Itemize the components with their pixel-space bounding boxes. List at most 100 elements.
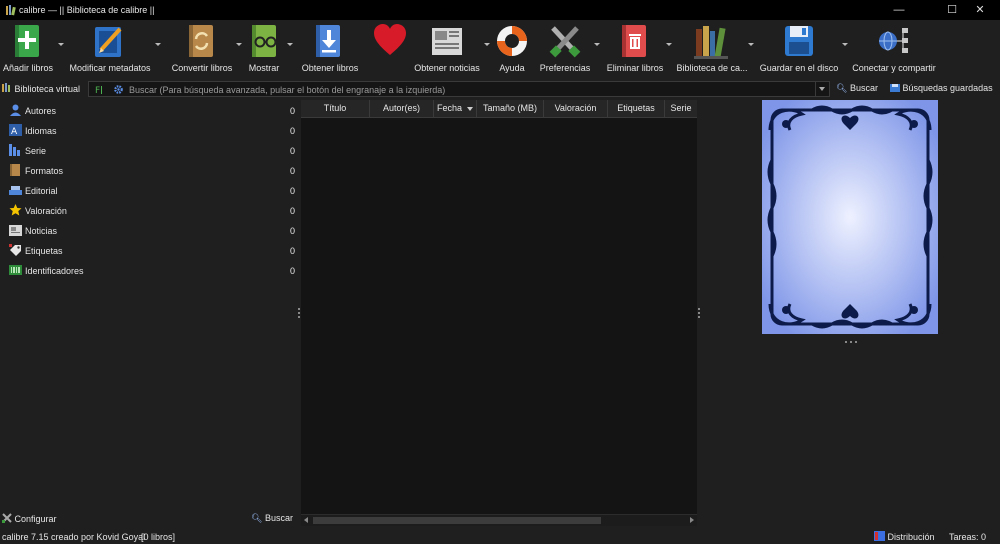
status-bar: calibre 7.15 creado por Kovid Goyal [0 l…: [0, 528, 1000, 544]
search-bar: Biblioteca virtual F Buscar (Para búsque…: [0, 80, 1000, 98]
tag-category-rating[interactable]: Valoración 0: [0, 200, 299, 220]
virtual-library-button[interactable]: Biblioteca virtual: [2, 83, 80, 94]
layout-button[interactable]: Distribución: [874, 531, 935, 542]
news-icon: [9, 225, 22, 236]
column-size[interactable]: Tamaño (MB): [477, 100, 544, 117]
configure-label: Configurar: [14, 514, 57, 524]
save-to-disk-button[interactable]: Guardar en el disco: [760, 20, 838, 78]
virtual-library-icon: [2, 83, 10, 92]
tag-category-series[interactable]: Serie 0: [0, 140, 299, 160]
tag-count: 0: [289, 246, 295, 256]
virtual-library-label: Biblioteca virtual: [14, 84, 81, 94]
view-dropdown[interactable]: [287, 43, 293, 46]
help-lifebuoy-icon: [497, 26, 527, 56]
tag-category-formats[interactable]: Formatos 0: [0, 160, 299, 180]
library-button[interactable]: Biblioteca de ca...: [676, 20, 748, 78]
svg-text:A: A: [11, 127, 18, 136]
tag-category-tags[interactable]: Etiquetas 0: [0, 240, 299, 260]
tag-label: Etiquetas: [25, 246, 63, 256]
tag-label: Serie: [25, 146, 47, 156]
tag-count: 0: [289, 106, 295, 116]
remove-books-button[interactable]: Eliminar libros: [604, 20, 666, 78]
get-books-icon: [316, 25, 340, 57]
edit-metadata-icon: [95, 27, 122, 57]
edit-metadata-dropdown[interactable]: [155, 43, 161, 46]
fetch-news-label: Obtener noticias: [414, 63, 480, 73]
right-splitter-handle[interactable]: [698, 308, 700, 322]
column-title[interactable]: Título: [301, 100, 370, 117]
left-splitter-handle[interactable]: [298, 308, 300, 322]
tag-label: Identificadores: [25, 266, 84, 276]
view-button[interactable]: Mostrar: [242, 20, 288, 78]
column-date[interactable]: Fecha: [434, 100, 477, 117]
column-label: Valoración: [554, 103, 597, 113]
tag-category-authors[interactable]: Autores 0: [0, 100, 299, 120]
help-button[interactable]: Ayuda: [492, 20, 532, 78]
view-book-icon: [252, 25, 277, 57]
preferences-dropdown[interactable]: [594, 43, 600, 46]
column-label: Título: [323, 103, 347, 113]
tag-category-languages[interactable]: A Idiomas 0: [0, 120, 299, 140]
column-rating[interactable]: Valoración: [544, 100, 608, 117]
save-to-disk-dropdown[interactable]: [842, 43, 848, 46]
search-history-dropdown[interactable]: [815, 82, 829, 96]
column-series[interactable]: Serie: [665, 100, 697, 117]
column-tags[interactable]: Etiquetas: [608, 100, 665, 117]
tag-category-publisher[interactable]: Editorial 0: [0, 180, 299, 200]
get-books-label: Obtener libros: [301, 63, 359, 73]
book-list[interactable]: Título Autor(es) Fecha Tamaño (MB) Valor…: [301, 100, 697, 526]
library-label: Biblioteca de ca...: [676, 63, 748, 73]
view-label: Mostrar: [248, 63, 280, 73]
tag-find-label: Buscar: [264, 513, 293, 523]
close-button[interactable]: ✕: [962, 0, 998, 20]
save-to-disk-icon: [785, 26, 813, 56]
minimize-button[interactable]: —: [881, 0, 917, 20]
edit-metadata-label: Modificar metadatos: [69, 63, 151, 73]
search-icon: 🔍︎: [251, 513, 263, 523]
column-authors[interactable]: Autor(es): [370, 100, 434, 117]
search-icon: 🔍︎: [836, 83, 848, 93]
get-books-button[interactable]: Obtener libros: [298, 20, 362, 78]
layout-icon: [874, 531, 885, 541]
search-button-label: Buscar: [849, 83, 878, 93]
tag-find-button[interactable]: 🔍︎ Buscar: [251, 513, 293, 524]
tag-category-news[interactable]: Noticias 0: [0, 220, 299, 240]
remove-books-dropdown[interactable]: [666, 43, 672, 46]
search-placeholder: Buscar (Para búsqueda avanzada, pulsar e…: [129, 85, 446, 95]
add-books-dropdown[interactable]: [58, 43, 64, 46]
library-dropdown[interactable]: [748, 43, 754, 46]
help-label: Ayuda: [499, 63, 525, 73]
tags-icon: [9, 244, 21, 256]
fetch-news-dropdown[interactable]: [484, 43, 490, 46]
cover-splitter-handle[interactable]: [845, 335, 861, 343]
add-books-button[interactable]: Añadir libros: [0, 20, 64, 78]
tag-browser: Autores 0 A Idiomas 0 Serie 0 Formatos 0…: [0, 100, 299, 510]
tag-count: 0: [289, 126, 295, 136]
rating-star-icon: [9, 204, 22, 216]
search-input[interactable]: F Buscar (Para búsqueda avanzada, pulsar…: [88, 81, 830, 97]
saved-searches-button[interactable]: Búsquedas guardadas: [890, 83, 993, 93]
sort-by-icon[interactable]: F: [95, 84, 106, 95]
tag-label: Idiomas: [25, 126, 57, 136]
search-button[interactable]: 🔍︎ Buscar: [836, 83, 878, 94]
fetch-news-button[interactable]: Obtener noticias: [414, 20, 480, 78]
column-label: Serie: [670, 103, 692, 113]
version-text: calibre 7.15 creado por Kovid Goyal: [2, 532, 146, 542]
edit-metadata-button[interactable]: Modificar metadatos: [66, 20, 162, 78]
tag-category-identifiers[interactable]: Identificadores 0: [0, 260, 299, 280]
convert-books-button[interactable]: Convertir libros: [168, 20, 236, 78]
tag-label: Formatos: [25, 166, 64, 176]
save-to-disk-label: Guardar en el disco: [759, 63, 839, 73]
configure-button[interactable]: Configurar: [2, 513, 57, 524]
column-label: Fecha: [436, 103, 462, 113]
donate-button[interactable]: [370, 20, 410, 78]
convert-books-label: Convertir libros: [171, 63, 233, 73]
jobs-indicator[interactable]: Tareas: 0: [949, 532, 986, 542]
main-toolbar: Añadir libros Modificar metadatos Conver…: [0, 20, 1000, 78]
connect-share-button[interactable]: Conectar y compartir: [852, 20, 938, 78]
preferences-button[interactable]: Preferencias: [536, 20, 594, 78]
advanced-search-gear-icon[interactable]: [113, 84, 124, 95]
layout-label: Distribución: [887, 532, 935, 542]
book-list-header: Título Autor(es) Fecha Tamaño (MB) Valor…: [301, 100, 697, 118]
formats-icon: [10, 164, 20, 176]
